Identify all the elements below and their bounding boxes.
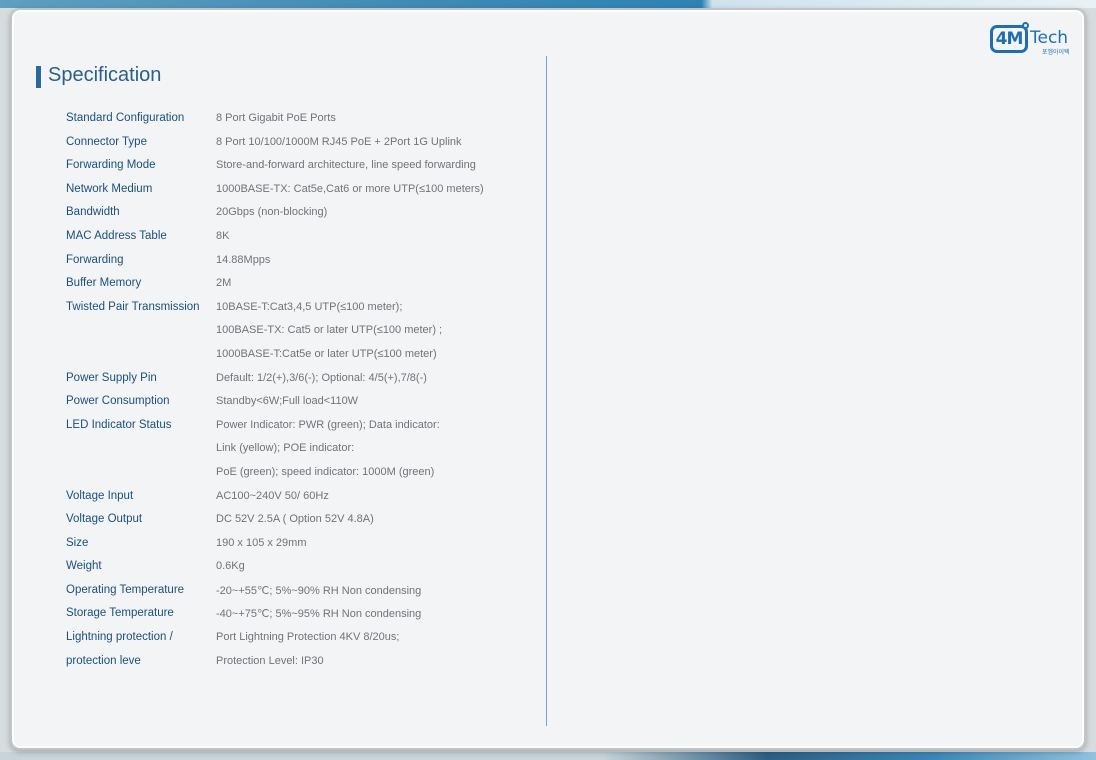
spec-label: Voltage Output <box>66 513 143 526</box>
spec-row: Weight 0.6Kg <box>66 556 536 580</box>
spec-row: Forwarding Mode Store-and-forward archite… <box>66 155 536 179</box>
spec-row: Voltage Output DC 52V 2.5A ( Option 52V 4… <box>66 509 536 533</box>
spec-value: 8 Port Gigabit PoE Ports <box>216 112 336 124</box>
spec-value: 14.88Mpps <box>216 253 271 266</box>
spec-row: protection leve Protection Level: IP30 <box>66 651 536 675</box>
spec-value: Port Lightning Protection 4KV 8/20us; <box>216 631 400 644</box>
spec-label: Standard Configuration <box>66 112 185 124</box>
column-divider <box>546 56 547 726</box>
spec-label: MAC Address Table <box>66 229 167 242</box>
spec-label: Storage Temperature <box>66 607 174 620</box>
spec-label: Voltage Input <box>66 489 134 502</box>
logo-text: Tech <box>1030 28 1069 48</box>
spec-value: Store-and-forward architecture, line spe… <box>216 159 476 172</box>
page-title: Specification <box>48 64 162 86</box>
spec-row: Standard Configuration 8 Port Gigabit PoE… <box>66 108 536 132</box>
spec-value: 0.6Kg <box>216 560 245 573</box>
spec-label: Size <box>66 536 89 549</box>
spec-row: Storage Temperature -40~+75℃; 5%~95% RH N… <box>66 603 536 627</box>
spec-value: 2M <box>216 277 232 290</box>
spec-value: 10BASE-T:Cat3,4,5 UTP(≤100 meter); <box>216 300 403 313</box>
bottom-accent-band <box>0 752 1096 760</box>
spec-row: Buffer Memory 2M <box>66 273 536 297</box>
spec-value: 20Gbps (non-blocking) <box>216 206 328 219</box>
spec-value: 1000BASE-TX: Cat5e,Cat6 or more UTP(≤100… <box>216 182 484 195</box>
company-logo: 4M Tech 포엠아이텍 <box>990 22 1074 58</box>
spec-value: -40~+75℃; 5%~95% RH Non condensing <box>216 608 422 621</box>
spec-row: Twisted Pair Transmission 10BASE-T:Cat3,4… <box>66 297 536 321</box>
spec-label: Network Medium <box>66 182 153 195</box>
spec-label: Twisted Pair Transmission <box>66 300 200 313</box>
spec-label: Forwarding <box>66 253 124 266</box>
spec-label: Power Supply Pin <box>66 371 157 384</box>
spec-row: 1000BASE-T:Cat5e or later UTP(≤100 meter… <box>66 344 536 368</box>
spec-row: Power Consumption Standby<6W;Full load<11… <box>66 391 536 415</box>
spec-row: Link (yellow); POE indicator: <box>66 438 536 462</box>
spec-value: AC100~240V 50/ 60Hz <box>216 489 329 502</box>
spec-row: PoE (green); speed indicator: 1000M (gre… <box>66 462 536 486</box>
spec-value: 8K <box>216 229 230 242</box>
logo-subtext: 포엠아이텍 <box>1042 49 1070 56</box>
spec-row: LED Indicator Status Power Indicator: PWR… <box>66 415 536 439</box>
spec-value: 190 x 105 x 29mm <box>216 536 307 549</box>
spec-row: MAC Address Table 8K <box>66 226 536 250</box>
spec-label: Power Consumption <box>66 395 170 408</box>
spec-label: LED Indicator Status <box>66 418 172 431</box>
spec-value: 100BASE-TX: Cat5 or later UTP(≤100 meter… <box>216 324 443 337</box>
spec-row: Connector Type 8 Port 10/100/1000M RJ45 P… <box>66 132 536 156</box>
spec-value: Power Indicator: PWR (green); Data indic… <box>216 418 440 431</box>
spec-row: Size 190 x 105 x 29mm <box>66 533 536 557</box>
top-accent-band <box>0 0 1096 8</box>
spec-row: 100BASE-TX: Cat5 or later UTP(≤100 meter… <box>66 320 536 344</box>
spec-label: Forwarding Mode <box>66 159 156 172</box>
spec-label: Operating Temperature <box>66 583 185 596</box>
spec-row: Lightning protection / Port Lightning Pro… <box>66 627 536 651</box>
spec-label: Connector Type <box>66 135 147 148</box>
spec-label: Buffer Memory <box>66 277 142 290</box>
spec-value: Default: 1/2(+),3/6(-); Optional: 4/5(+)… <box>216 371 427 384</box>
spec-value: 1000BASE-T:Cat5e or later UTP(≤100 meter… <box>216 347 437 360</box>
logo-mark: 4M <box>990 25 1028 53</box>
spec-row: Power Supply Pin Default: 1/2(+),3/6(-); … <box>66 368 536 392</box>
spec-table: Standard Configuration 8 Port Gigabit PoE… <box>66 108 536 674</box>
spec-row: Voltage Input AC100~240V 50/ 60Hz <box>66 486 536 510</box>
spec-value: Standby<6W;Full load<110W <box>216 395 359 408</box>
spec-value: Link (yellow); POE indicator: <box>216 442 355 455</box>
spec-value: 8 Port 10/100/1000M RJ45 PoE + 2Port 1G … <box>216 135 462 148</box>
logo-dot-icon <box>1022 22 1029 29</box>
spec-value: DC 52V 2.5A ( Option 52V 4.8A) <box>216 513 374 526</box>
spec-label: protection leve <box>66 654 141 667</box>
spec-row: Bandwidth 20Gbps (non-blocking) <box>66 202 536 226</box>
spec-row: Network Medium 1000BASE-TX: Cat5e,Cat6 or… <box>66 179 536 203</box>
title-accent-bar <box>36 66 41 88</box>
spec-value: PoE (green); speed indicator: 1000M (gre… <box>216 465 435 478</box>
spec-row: Forwarding 14.88Mpps <box>66 250 536 274</box>
spec-label: Bandwidth <box>66 206 120 219</box>
spec-value: Protection Level: IP30 <box>216 654 324 667</box>
spec-row: Operating Temperature -20~+55℃; 5%~90% RH… <box>66 580 536 604</box>
spec-label: Lightning protection / <box>66 631 173 644</box>
spec-label: Weight <box>66 560 102 573</box>
spec-value: -20~+55℃; 5%~90% RH Non condensing <box>216 584 422 597</box>
